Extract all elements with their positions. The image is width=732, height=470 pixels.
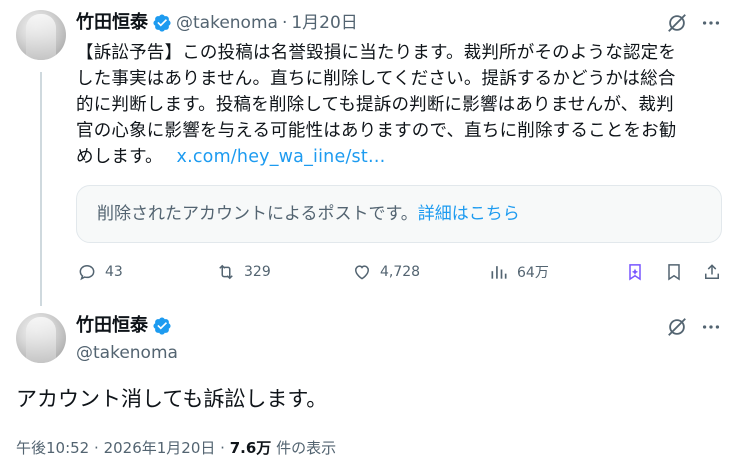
premium-bookmark-button[interactable] <box>625 262 645 286</box>
bookmark-button[interactable] <box>664 262 684 286</box>
share-button[interactable] <box>702 262 722 286</box>
tweet1-header: 竹田恒泰 @takenoma · 1月20日 <box>76 11 358 35</box>
repost-button[interactable]: 329 <box>216 262 271 282</box>
tweet-text-line: 【訴訟予告】この投稿は名誉毀損に当たります。裁判所がそのような認定を <box>76 43 677 63</box>
tweet-text-line: 的に判断します。投稿を削除しても提訴の判断に影響はありませんが、裁判 <box>76 95 674 115</box>
repost-count: 329 <box>244 264 271 280</box>
verified-badge-icon[interactable] <box>152 316 172 336</box>
like-button[interactable]: 4,728 <box>352 262 420 282</box>
thread-connector-line <box>40 72 42 306</box>
meta-separator: · <box>94 439 99 457</box>
deleted-account-notice: 削除されたアカウントによるポストです。 <box>97 204 418 224</box>
meta-separator: · <box>220 439 225 457</box>
tweet-text-line: 官の心象に影響を与える可能性はありますので、直ちに削除することをお勧 <box>76 121 677 141</box>
learn-more-link[interactable]: 詳細はこちら <box>418 204 520 224</box>
more-button[interactable] <box>700 316 722 342</box>
repost-icon <box>219 264 233 280</box>
tweet-link[interactable]: x.com/hey_wa_iine/st… <box>177 147 386 167</box>
verified-badge-icon[interactable] <box>152 13 172 33</box>
author-handle[interactable]: @takenoma <box>76 341 178 365</box>
views-icon <box>491 266 507 279</box>
tweet1-text: 【訴訟予告】この投稿は名誉毀損に当たります。裁判所がそのような認定を した事実は… <box>76 40 726 170</box>
view-count: 64万 <box>517 265 549 281</box>
tweet-text-line: めします。 <box>76 147 163 167</box>
post-date[interactable]: 2026年1月20日 <box>104 439 216 457</box>
post-time[interactable]: 午後10:52 <box>16 439 89 457</box>
reply-icon <box>79 264 95 281</box>
tweet2-header: 竹田恒泰 <box>76 314 172 338</box>
grok-icon <box>668 14 686 32</box>
views-button[interactable]: 64万 <box>489 262 549 282</box>
more-icon <box>702 21 720 25</box>
more-icon <box>702 325 720 329</box>
quoted-post-text: 削除されたアカウントによるポストです。詳細はこちら <box>97 202 520 226</box>
author-handle[interactable]: @takenoma <box>176 11 278 35</box>
grok-icon <box>668 318 686 336</box>
like-count: 4,728 <box>380 264 421 280</box>
view-count: 7.6万 <box>229 439 272 457</box>
bookmark-icon <box>668 264 680 281</box>
author-name[interactable]: 竹田恒泰 <box>76 11 148 35</box>
tweet2-text: アカウント消しても訴訟します。 <box>16 387 328 411</box>
more-button[interactable] <box>700 12 722 38</box>
heart-icon <box>354 265 370 280</box>
grok-button[interactable] <box>666 12 688 38</box>
premium-bookmark-icon <box>629 264 641 281</box>
tweet-text-line: した事実はありません。直ちに削除してください。提訴するかどうかは総合 <box>76 69 676 89</box>
avatar[interactable] <box>16 10 66 60</box>
view-count-label: 件の表示 <box>276 439 337 457</box>
reply-count: 43 <box>105 264 123 280</box>
share-icon <box>705 264 719 279</box>
author-name[interactable]: 竹田恒泰 <box>76 314 148 338</box>
quoted-post[interactable]: 削除されたアカウントによるポストです。詳細はこちら <box>76 185 722 243</box>
post-date[interactable]: 1月20日 <box>291 11 357 35</box>
avatar[interactable] <box>16 313 66 363</box>
meta-separator: · <box>281 13 288 33</box>
reply-button[interactable]: 43 <box>77 262 123 282</box>
grok-button[interactable] <box>666 316 688 342</box>
post-metadata: 午後10:52 · 2026年1月20日 · 7.6万 件の表示 <box>16 437 336 458</box>
